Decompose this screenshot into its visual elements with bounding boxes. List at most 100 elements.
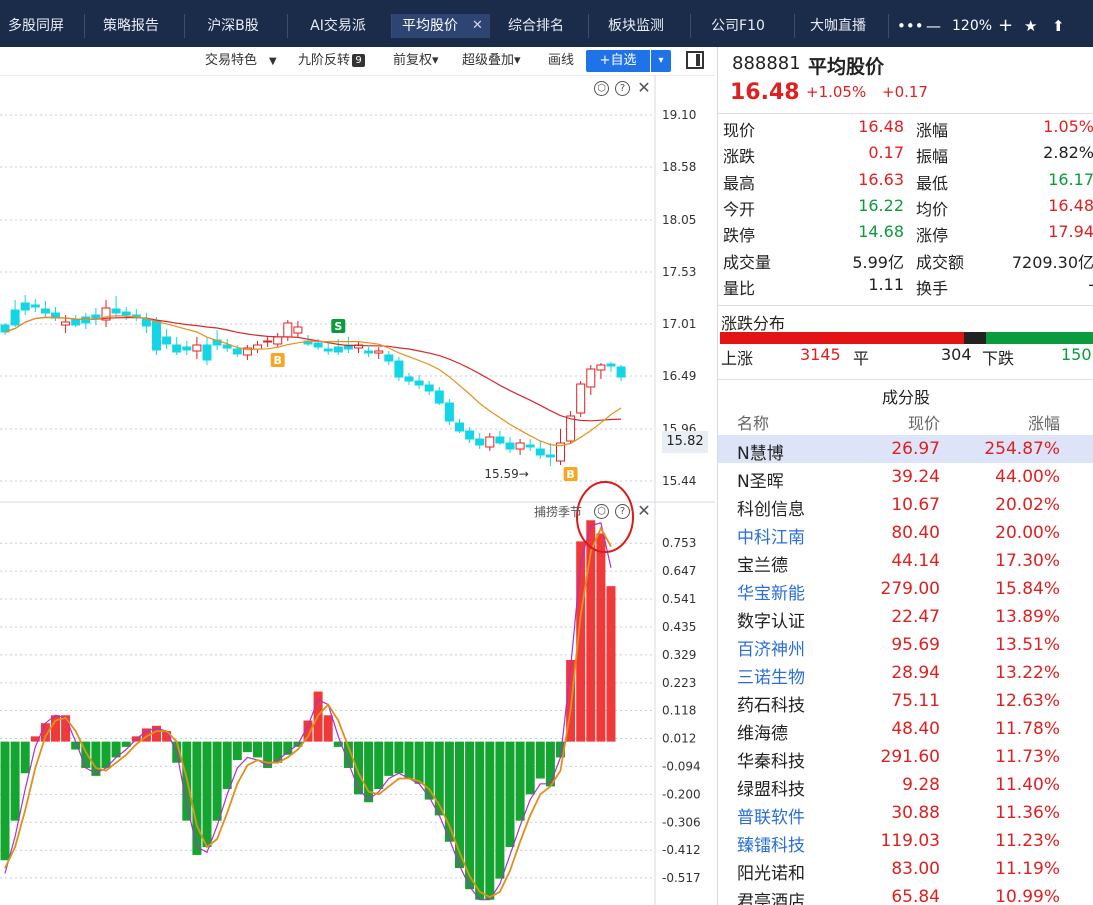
candle-body	[30, 304, 40, 308]
constituent-row[interactable]: 普联软件 30.88 11.36%	[718, 799, 1093, 828]
indicator-help-icon[interactable]: ?	[615, 504, 630, 519]
constituent-pct: 254.87%	[984, 439, 1060, 459]
header-price[interactable]: 现价	[908, 410, 940, 434]
ma-line-short	[4, 315, 622, 447]
indicator-bar	[515, 741, 525, 821]
constituents-header: 名称 现价 涨幅	[718, 410, 1093, 434]
tab-sector-monitor[interactable]: 板块监测	[600, 14, 672, 38]
quote-row: 今开 16.22 均价 16.48	[718, 194, 1093, 220]
zoom-in-icon[interactable]: +	[998, 14, 1013, 38]
quote-value: 0.17	[868, 143, 904, 163]
distribution-title: 涨跌分布	[721, 314, 786, 333]
header-name[interactable]: 名称	[737, 410, 769, 434]
star-icon[interactable]: ★	[1024, 14, 1037, 38]
constituent-row[interactable]: 华宝新能 279.00 15.84%	[718, 575, 1093, 604]
constituent-row[interactable]: 数字认证 22.47 13.89%	[718, 603, 1093, 632]
tab-live[interactable]: 大咖直播	[802, 14, 874, 38]
constituent-row[interactable]: 臻镭科技 119.03 11.23%	[718, 827, 1093, 856]
tab-separator	[794, 14, 795, 38]
constituent-row[interactable]: 中科江南 80.40 20.00%	[718, 519, 1093, 548]
constituent-price: 75.11	[891, 691, 940, 711]
candle-body	[545, 454, 555, 458]
constituent-row[interactable]: 维海德 48.40 11.78%	[718, 715, 1093, 744]
candle-body	[465, 430, 475, 440]
indicator-bar	[192, 741, 202, 855]
constituent-row[interactable]: N慧博 26.97 254.87%	[718, 435, 1093, 464]
constituent-row[interactable]: 阳光诺和 83.00 11.19%	[718, 855, 1093, 884]
quote-label: 振幅	[916, 147, 949, 167]
indicator-bar	[212, 741, 222, 821]
constituent-row[interactable]: N圣晖 39.24 44.00%	[718, 463, 1093, 492]
tab-strategy-report[interactable]: 策略报告	[92, 14, 170, 38]
candle-body	[333, 346, 343, 353]
constituent-name: 百济神州	[737, 640, 805, 660]
zoom-out-icon[interactable]: —	[926, 14, 941, 38]
add-favorite-button[interactable]: +自选	[586, 50, 650, 72]
indicator-axis-label: -0.306	[662, 815, 701, 829]
share-icon[interactable]: ⬆	[1052, 14, 1065, 38]
tab-separator	[888, 14, 889, 38]
indicator-axis-label: -0.094	[662, 759, 701, 773]
candle-body	[121, 311, 131, 316]
constituent-row[interactable]: 药石科技 75.11 12.63%	[718, 687, 1093, 716]
nine-reversal-button[interactable]: 九阶反转 9	[298, 51, 366, 71]
indicator-bar	[495, 741, 505, 879]
tab-ai-trading[interactable]: AI交易派	[296, 14, 380, 38]
tab-b-shares[interactable]: 沪深B股	[196, 14, 270, 38]
divider	[718, 113, 1093, 114]
constituent-name: 科创信息	[737, 500, 805, 520]
close-tab-icon[interactable]: ✕	[472, 14, 483, 38]
quote-value: 7209.30亿	[1011, 252, 1093, 272]
trade-feature-dropdown[interactable]: 交易特色 ▼	[205, 51, 277, 71]
quote-label: 最高	[723, 173, 756, 193]
indicator-line-slow	[4, 526, 612, 899]
adjust-dropdown[interactable]: 前复权▾	[393, 51, 439, 71]
indicator-axis-label: -0.517	[662, 871, 701, 885]
tab-multi-stock[interactable]: 多股同屏	[0, 14, 72, 38]
quote-label: 成交量	[723, 252, 772, 272]
close-icon[interactable]: ✕	[636, 80, 652, 96]
candle-body	[414, 380, 424, 386]
constituent-pct: 11.73%	[995, 747, 1060, 767]
stock-price: 16.48	[730, 80, 800, 105]
constituent-price: 48.40	[891, 719, 940, 739]
constituent-row[interactable]: 君亭酒店 65.84 10.99%	[718, 883, 1093, 905]
constituent-pct: 15.84%	[995, 579, 1060, 599]
candle-body	[293, 326, 303, 334]
indicator-bar	[455, 741, 464, 869]
tab-ranking[interactable]: 综合排名	[500, 14, 572, 38]
constituent-row[interactable]: 宝兰德 44.14 17.30%	[718, 547, 1093, 576]
indicator-axis-label: -0.412	[662, 843, 701, 857]
candle-body	[374, 350, 384, 354]
indicator-bar	[20, 741, 30, 774]
indicator-settings-icon[interactable]: ⬡	[594, 504, 609, 519]
current-price-tag: 15.82	[662, 431, 708, 453]
indicator-bar	[535, 741, 545, 779]
indicator-bar	[222, 741, 232, 790]
settings-icon[interactable]: ⬡	[594, 81, 609, 96]
constituent-row[interactable]: 华秦科技 291.60 11.73%	[718, 743, 1093, 772]
draw-line-button[interactable]: 画线	[548, 51, 574, 71]
tab-f10[interactable]: 公司F10	[702, 14, 774, 38]
overlay-dropdown[interactable]: 超级叠加▾	[462, 51, 521, 71]
header-pct[interactable]: 涨幅	[1028, 410, 1060, 434]
constituent-row[interactable]: 三诺生物 28.94 13.22%	[718, 659, 1093, 688]
constituent-row[interactable]: 百济神州 95.69 13.51%	[718, 631, 1093, 660]
constituent-pct: 13.89%	[995, 607, 1060, 627]
panel-toggle-icon[interactable]	[686, 51, 704, 69]
help-icon[interactable]: ?	[615, 81, 630, 96]
more-icon[interactable]: •••	[897, 14, 924, 38]
candle-body	[535, 448, 545, 456]
add-favorite-dropdown[interactable]: ▾	[651, 50, 671, 72]
indicator-close-icon[interactable]: ✕	[636, 503, 652, 519]
chart-canvas[interactable]: 19.1018.5818.0517.5317.0116.4915.9615.44…	[0, 75, 715, 905]
indicator-bar	[384, 741, 394, 776]
nine-reversal-label: 九阶反转	[298, 53, 351, 68]
constituent-row[interactable]: 绿盟科技 9.28 11.40%	[718, 771, 1093, 800]
constituent-pct: 20.00%	[995, 523, 1060, 543]
constituent-row[interactable]: 科创信息 10.67 20.02%	[718, 491, 1093, 520]
indicator-axis-label: 0.753	[662, 536, 696, 550]
constituent-name: 宝兰德	[737, 556, 788, 576]
tab-bar: 多股同屏 策略报告 沪深B股 AI交易派 平均股价 ✕ 综合排名 板块监测 公司…	[0, 0, 1093, 47]
candle-body	[40, 308, 50, 314]
